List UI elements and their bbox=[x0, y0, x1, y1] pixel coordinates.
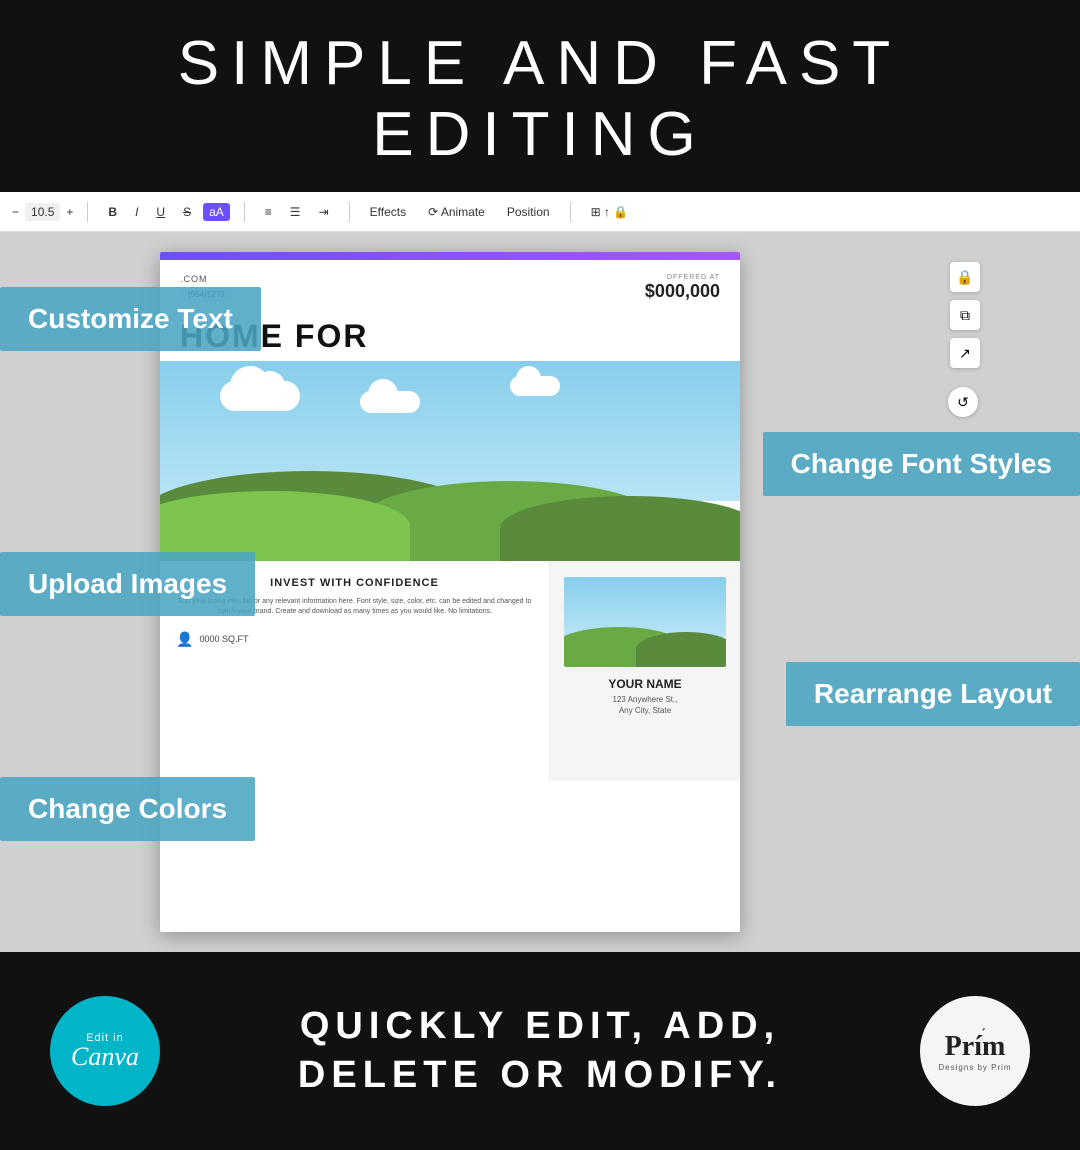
doc-gradient-bar bbox=[160, 252, 740, 260]
footer-line1: QUICKLY EDIT, ADD, bbox=[298, 1002, 782, 1051]
font-size-minus[interactable]: − bbox=[12, 205, 19, 219]
doc-image bbox=[160, 361, 740, 561]
refresh-icon[interactable]: ↺ bbox=[948, 387, 978, 417]
doc-offered-label: OFFERED AT bbox=[645, 274, 720, 281]
footer-line2: DELETE OR MODIFY. bbox=[298, 1051, 782, 1100]
align-indent-button[interactable]: ⇥ bbox=[313, 203, 335, 221]
customize-text-label: Customize Text bbox=[0, 287, 261, 351]
editor-area: − 10.5 + B I U S aA ≡ ☰ ⇥ Effects ⟳ Anim… bbox=[0, 192, 1080, 952]
toolbar-separator-1 bbox=[87, 202, 88, 222]
align-list-button[interactable]: ☰ bbox=[284, 203, 307, 221]
prim-badge: Prím Designs by Prim bbox=[920, 996, 1030, 1106]
doc-offered-at: OFFERED AT $000,000 bbox=[645, 274, 720, 302]
doc-sqft: 👤 0000 SQ.FT bbox=[176, 631, 533, 648]
animate-button[interactable]: ⟳ Animate bbox=[422, 203, 491, 221]
page-title: SIMPLE AND FAST EDITING bbox=[20, 28, 1060, 170]
toolbar-separator-4 bbox=[570, 202, 571, 222]
bold-button[interactable]: B bbox=[102, 203, 123, 221]
doc-agent-name: YOUR NAME bbox=[564, 677, 726, 691]
underline-button[interactable]: U bbox=[150, 203, 171, 221]
export-icon[interactable]: ↗ bbox=[950, 338, 980, 368]
toolbar-separator-3 bbox=[349, 202, 350, 222]
change-font-label: Change Font Styles bbox=[763, 432, 1080, 496]
mini-house-image bbox=[564, 577, 726, 667]
prim-badge-text: Prím bbox=[945, 1031, 1006, 1063]
header: SIMPLE AND FAST EDITING bbox=[0, 0, 1080, 192]
toolbar-format-group: B I U S aA bbox=[102, 203, 229, 221]
doc-agent-address: 123 Anywhere St.,Any City, State bbox=[564, 694, 726, 716]
position-button[interactable]: Position bbox=[501, 203, 556, 221]
toolbar-separator-2 bbox=[244, 202, 245, 222]
doc-hills bbox=[160, 441, 740, 561]
canva-canvas: 🔒 ⧉ ↗ ↺ .COM (954)1270 OFFERED AT $000,0… bbox=[0, 232, 1080, 952]
more-options-button[interactable]: ⊞ ↑ 🔒 bbox=[585, 203, 635, 221]
rearrange-layout-label: Rearrange Layout bbox=[786, 662, 1080, 726]
sqft-value: 0000 SQ.FT bbox=[199, 634, 248, 644]
font-size-plus[interactable]: + bbox=[66, 205, 73, 219]
canva-badge-big-text: Canva bbox=[71, 1044, 139, 1070]
change-colors-label: Change Colors bbox=[0, 777, 255, 841]
font-size-display: 10.5 bbox=[25, 203, 60, 221]
hill-front bbox=[160, 491, 410, 561]
copy-icon[interactable]: ⧉ bbox=[950, 300, 980, 330]
align-left-button[interactable]: ≡ bbox=[259, 203, 278, 221]
doc-price: $000,000 bbox=[645, 281, 720, 302]
strikethrough-button[interactable]: S bbox=[177, 203, 197, 221]
doc-bottom-right: YOUR NAME 123 Anywhere St.,Any City, Sta… bbox=[550, 561, 740, 781]
toolbar-align-group: ≡ ☰ ⇥ bbox=[259, 203, 335, 221]
canva-badge: Edit in Canva bbox=[50, 996, 160, 1106]
canva-right-icons: 🔒 ⧉ ↗ bbox=[950, 262, 980, 368]
toolbar-font-size-group: − 10.5 + bbox=[12, 203, 73, 221]
footer: Edit in Canva QUICKLY EDIT, ADD, DELETE … bbox=[0, 952, 1080, 1150]
prim-name: Prím bbox=[945, 1031, 1006, 1062]
upload-images-label: Upload Images bbox=[0, 552, 255, 616]
prim-i: í bbox=[974, 1031, 982, 1063]
italic-button[interactable]: I bbox=[129, 203, 144, 221]
prim-badge-sub: Designs by Prim bbox=[938, 1063, 1011, 1072]
cloud-3 bbox=[510, 376, 560, 396]
hill-front2 bbox=[500, 496, 740, 561]
footer-text: QUICKLY EDIT, ADD, DELETE OR MODIFY. bbox=[298, 1002, 782, 1101]
case-button[interactable]: aA bbox=[203, 203, 230, 221]
cloud-1 bbox=[220, 381, 300, 411]
effects-button[interactable]: Effects bbox=[364, 203, 412, 221]
doc-website: .COM bbox=[180, 274, 720, 284]
lock-icon[interactable]: 🔒 bbox=[950, 262, 980, 292]
sqft-icon: 👤 bbox=[176, 631, 193, 648]
mini-hill-2 bbox=[636, 632, 726, 667]
cloud-2 bbox=[360, 391, 420, 413]
canva-toolbar: − 10.5 + B I U S aA ≡ ☰ ⇥ Effects ⟳ Anim… bbox=[0, 192, 1080, 232]
